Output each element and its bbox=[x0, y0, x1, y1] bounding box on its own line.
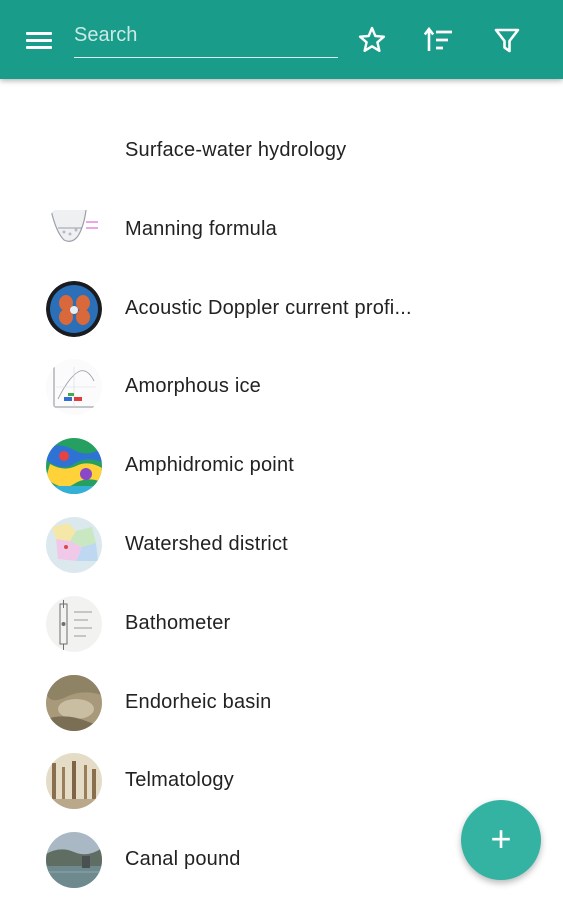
article-thumbnail bbox=[46, 438, 102, 495]
article-title: Watershed district bbox=[125, 532, 288, 555]
list-item[interactable]: Endorheic basin bbox=[0, 664, 563, 743]
article-thumbnail bbox=[46, 753, 102, 810]
sort-icon[interactable] bbox=[423, 24, 455, 56]
list-item[interactable]: Watershed district bbox=[0, 506, 563, 585]
star-icon[interactable] bbox=[356, 24, 388, 56]
article-title: Surface-water hydrology bbox=[125, 139, 347, 161]
list-item[interactable]: Manning formula bbox=[0, 191, 563, 270]
article-title: Endorheic basin bbox=[125, 690, 272, 713]
article-thumbnail bbox=[46, 674, 102, 731]
menu-icon[interactable] bbox=[24, 28, 54, 52]
article-title: Acoustic Doppler current profi... bbox=[125, 296, 412, 319]
article-thumbnail bbox=[46, 595, 102, 652]
list-item[interactable]: Amphidromic point bbox=[0, 427, 563, 506]
article-thumbnail bbox=[46, 280, 102, 337]
article-list: Surface-water hydrology Manning formula bbox=[0, 112, 563, 900]
article-thumbnail bbox=[46, 832, 102, 889]
filter-icon[interactable] bbox=[491, 24, 523, 56]
list-item[interactable]: Acoustic Doppler current profi... bbox=[0, 270, 563, 349]
article-title: Amphidromic point bbox=[125, 454, 295, 477]
article-thumbnail bbox=[46, 359, 102, 416]
search-input[interactable] bbox=[74, 20, 338, 58]
list-item[interactable]: Amorphous ice bbox=[0, 348, 563, 427]
article-title: Amorphous ice bbox=[125, 375, 261, 398]
article-thumbnail bbox=[46, 201, 102, 258]
app-bar bbox=[0, 0, 563, 79]
article-title: Manning formula bbox=[125, 217, 277, 240]
article-title: Bathometer bbox=[125, 611, 231, 634]
list-item[interactable]: Bathometer bbox=[0, 585, 563, 664]
add-button[interactable]: + bbox=[461, 800, 541, 880]
article-thumbnail bbox=[46, 516, 102, 573]
article-title: Canal pound bbox=[125, 848, 241, 871]
article-title: Telmatology bbox=[125, 769, 234, 792]
list-item[interactable]: Surface-water hydrology bbox=[0, 112, 563, 191]
